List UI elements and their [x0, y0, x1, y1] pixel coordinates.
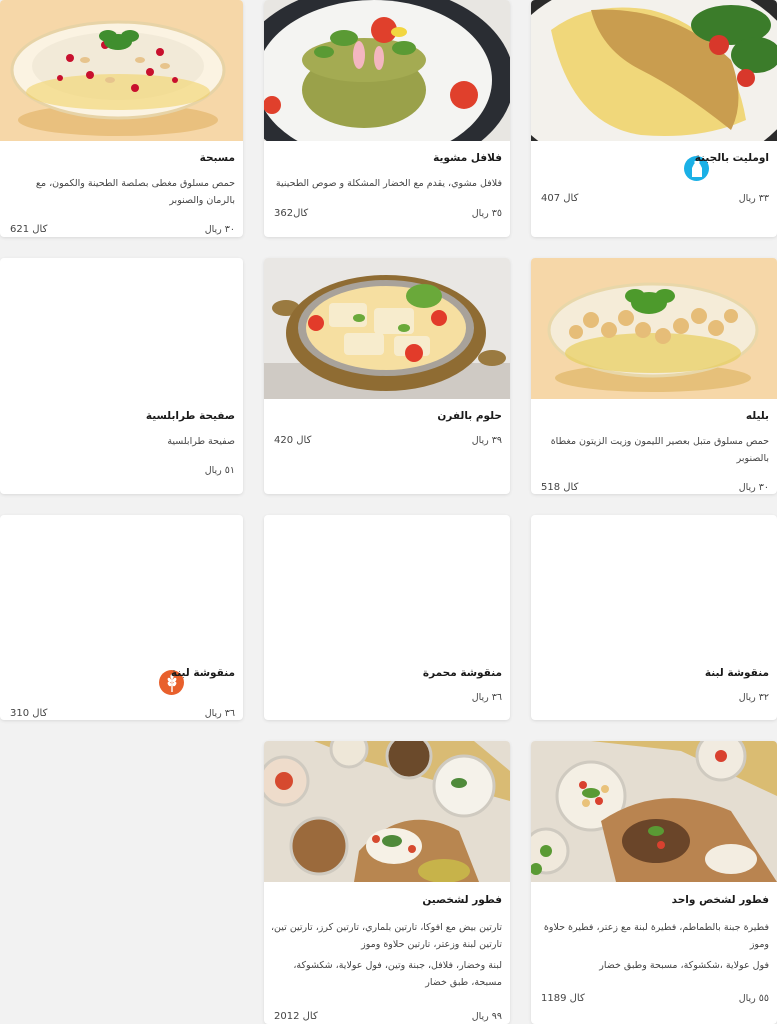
- item-title: فلافل مشوية: [433, 152, 502, 164]
- item-price: ٩٩ ريال: [471, 1011, 502, 1022]
- menu-item-card-manakish-labneh[interactable]: منقوشة لبنة ٣٦ ريال 310 كال: [0, 515, 243, 720]
- menu-item-card-breakfast-one[interactable]: فطور لشخص واحد فطيرة جبنة بالطماطم، فطير…: [531, 741, 777, 1024]
- item-price: ٣٩ ريال: [471, 435, 502, 446]
- item-calories: 420 كال: [274, 435, 312, 446]
- dish-image: [0, 0, 243, 141]
- item-price: ٣٣ ريال: [738, 193, 769, 204]
- item-title: مسبحة: [199, 152, 235, 164]
- item-price: ٣٠ ريال: [204, 224, 235, 235]
- item-title: صفيحة طرابلسية: [145, 410, 235, 422]
- menu-item-card-balila[interactable]: بليله حمص مسلوق متبل بعصير الليمون وزيت …: [531, 258, 777, 494]
- item-price: ٣٦ ريال: [204, 708, 235, 719]
- menu-item-card-baked-halloumi[interactable]: حلوم بالفرن ٣٩ ريال 420 كال: [264, 258, 510, 494]
- dish-image: [531, 258, 777, 399]
- item-calories: 2012 كال: [274, 1011, 318, 1022]
- item-description: فطيرة جبنة بالطماطم، فطيرة لبنة مع زعتر،…: [543, 922, 769, 971]
- dish-image: [264, 0, 510, 141]
- dish-image: [531, 741, 777, 882]
- item-price: ٥١ ريال: [204, 465, 235, 476]
- dish-image: [531, 0, 777, 141]
- dish-image: [264, 258, 510, 399]
- item-price: ٣٥ ريال: [471, 208, 502, 219]
- item-title: منقوشة محمرة: [422, 667, 502, 679]
- menu-item-card-sfiha-tarablosia[interactable]: صفيحة طرابلسية صفيحة طرابلسية ٥١ ريال: [0, 258, 243, 494]
- menu-item-card-msabbaha[interactable]: مسبحة حمص مسلوق مغطى بصلصة الطحينة والكم…: [0, 0, 243, 237]
- item-title: فطور لشخصين: [422, 894, 502, 906]
- menu-item-card-manakish-muhammara[interactable]: منقوشة محمرة ٣٦ ريال: [264, 515, 510, 720]
- item-price: ٣٠ ريال: [738, 482, 769, 493]
- item-calories: 407 كال: [541, 193, 579, 204]
- item-description: فلافل مشوي، يقدم مع الخضار المشكلة و صوص…: [275, 178, 502, 189]
- menu-item-card-breakfast-two[interactable]: فطور لشخصين تارتين بيض مع افوكا، تارتين …: [264, 741, 510, 1024]
- item-title: حلوم بالفرن: [437, 410, 502, 422]
- item-price: ٥٥ ريال: [738, 993, 769, 1004]
- item-price: ٣٦ ريال: [471, 692, 502, 703]
- item-calories: 310 كال: [10, 708, 48, 719]
- item-calories: 621 كال: [10, 224, 48, 235]
- item-description: صفيحة طرابلسية: [167, 436, 235, 447]
- item-calories: 1189 كال: [541, 993, 585, 1004]
- item-title: فطور لشخص واحد: [671, 894, 769, 906]
- menu-item-card-cheese-omelette[interactable]: اومليت بالجبنة ٣٣ ريال 407 كال: [531, 0, 777, 237]
- item-title: اومليت بالجبنة: [694, 152, 769, 164]
- item-price: ٣٢ ريال: [738, 692, 769, 703]
- item-calories: 518 كال: [541, 482, 579, 493]
- item-title: منقوشة لبنة: [170, 667, 235, 679]
- item-description: حمص مسلوق مغطى بصلصة الطحينة والكمون، مع…: [35, 178, 235, 206]
- item-title: بليله: [745, 410, 769, 422]
- menu-item-card-grilled-falafel[interactable]: فلافل مشوية فلافل مشوي، يقدم مع الخضار ا…: [264, 0, 510, 237]
- item-description: حمص مسلوق متبل بعصير الليمون وزيت الزيتو…: [550, 436, 769, 464]
- item-title: منقوشة لبنة: [704, 667, 769, 679]
- item-description: تارتين بيض مع افوكا، تارتين بلماري، تارت…: [270, 922, 502, 988]
- menu-item-card-manakish-labneh-2[interactable]: منقوشة لبنة ٣٢ ريال: [531, 515, 777, 720]
- item-calories: 362كال: [274, 208, 309, 219]
- dish-image: [264, 741, 510, 882]
